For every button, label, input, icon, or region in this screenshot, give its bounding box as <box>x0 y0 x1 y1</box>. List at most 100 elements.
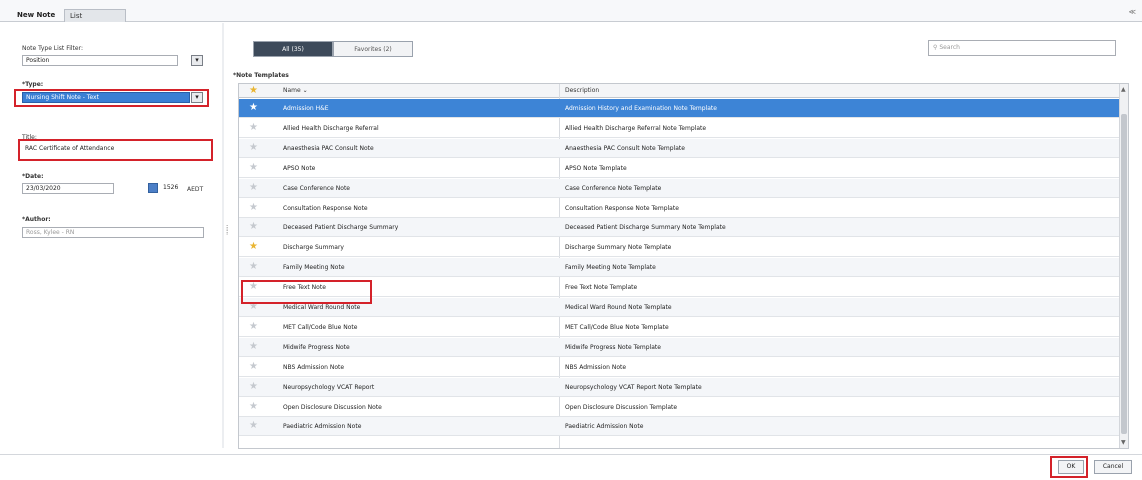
favorite-star-icon[interactable]: ★ <box>249 420 258 432</box>
tab-list[interactable]: List <box>64 9 126 22</box>
title-input[interactable]: RAC Certificate of Attendance <box>22 144 204 155</box>
timezone-label: AEDT <box>187 186 204 193</box>
favorite-star-icon[interactable]: ★ <box>249 221 258 233</box>
collapse-icon[interactable]: ≪ <box>1129 8 1136 16</box>
favorite-star-icon[interactable]: ★ <box>249 401 258 413</box>
template-description: MET Call/Code Blue Note Template <box>565 323 669 331</box>
calendar-icon[interactable] <box>148 183 158 193</box>
template-name: Medical Ward Round Note <box>283 304 361 311</box>
table-row[interactable]: ★ Medical Ward Round Note Medical Ward Rou… <box>239 298 1120 317</box>
scroll-up-arrow-icon[interactable]: ▲ <box>1121 86 1126 93</box>
pane-splitter[interactable] <box>222 23 224 448</box>
template-description: Neuropsychology VCAT Report Note Templat… <box>565 383 702 391</box>
template-name: Allied Health Discharge Referral <box>283 124 379 132</box>
tab-strip: New Note ✕ List ≪ <box>0 0 1142 22</box>
date-input[interactable]: 23/03/2020 <box>22 183 114 194</box>
time-input[interactable]: 1526 <box>160 183 182 194</box>
favorite-star-icon[interactable]: ★ <box>249 321 258 333</box>
table-row[interactable]: ★ Anaesthesia PAC Consult Note Anaesthesia… <box>239 138 1120 158</box>
author-input[interactable]: Ross, Kylee - RN <box>22 227 204 238</box>
filter-label: Note Type List Filter: <box>22 45 83 52</box>
template-name: Free Text Note <box>283 284 326 292</box>
splitter-grip-icon[interactable]: ⁝ ⁝ <box>226 225 228 237</box>
template-description: Anaesthesia PAC Consult Note Template <box>565 144 685 152</box>
table-header: ★ Name ⌄ Description <box>239 84 1120 98</box>
table-row[interactable]: ★ Paediatric Admission Note Paediatric Adm… <box>239 417 1120 437</box>
favorite-star-icon[interactable]: ★ <box>249 281 258 293</box>
tab-new-note-label: New Note <box>17 11 56 19</box>
favorite-star-icon[interactable]: ★ <box>249 301 258 313</box>
favorites-button[interactable]: Favorites (2) <box>333 41 413 57</box>
favorite-star-icon[interactable]: ★ <box>249 122 258 134</box>
scroll-down-arrow-icon[interactable]: ▼ <box>1121 439 1126 446</box>
template-description: Family Meeting Note Template <box>565 264 656 272</box>
table-row[interactable]: ★ Allied Health Discharge Referral Allied … <box>239 119 1120 138</box>
search-placeholder: Search <box>939 44 960 51</box>
cancel-button[interactable]: Cancel <box>1094 460 1132 474</box>
favorite-star-icon[interactable]: ★ <box>249 162 258 174</box>
table-row[interactable]: ★ Family Meeting Note Family Meeting Note … <box>239 258 1120 278</box>
note-details-pane: Note Type List Filter: Position ▾ *Type:… <box>0 23 218 448</box>
scrollbar-thumb[interactable] <box>1121 114 1127 434</box>
favorite-star-icon[interactable]: ★ <box>249 102 258 114</box>
footer-divider <box>0 454 1142 455</box>
favorite-star-icon[interactable]: ★ <box>249 381 258 393</box>
table-row[interactable]: ★ Neuropsychology VCAT Report Neuropsychol… <box>239 377 1120 397</box>
table-row[interactable]: ★ NBS Admission Note NBS Admission Note <box>239 358 1120 377</box>
favorite-star-icon[interactable]: ★ <box>249 361 258 373</box>
template-name: Deceased Patient Discharge Summary <box>283 224 399 232</box>
search-input[interactable]: ⚲ Search <box>928 40 1116 56</box>
template-name: Family Meeting Note <box>283 264 345 272</box>
template-description: Case Conference Note Template <box>565 184 662 192</box>
author-label: *Author: <box>22 216 51 223</box>
table-row[interactable]: ★ Discharge Summary Discharge Summary Note… <box>239 238 1120 258</box>
table-row[interactable]: ★ Admission H&E Admission History and Exam… <box>239 99 1120 118</box>
template-description: Admission History and Examination Note T… <box>565 105 717 112</box>
template-name: Neuropsychology VCAT Report <box>283 383 375 391</box>
table-row[interactable]: ★ Consultation Response Note Consultation … <box>239 199 1120 218</box>
template-description: Medical Ward Round Note Template <box>565 304 672 311</box>
template-description: NBS Admission Note <box>565 363 627 371</box>
filter-select[interactable]: Position <box>22 55 178 66</box>
chevron-down-icon[interactable]: ▾ <box>191 92 203 103</box>
chevron-down-icon[interactable]: ▾ <box>191 55 203 66</box>
favorite-star-icon[interactable]: ★ <box>249 261 258 273</box>
favorite-star-icon[interactable]: ★ <box>249 142 258 154</box>
favorite-column-star-icon[interactable]: ★ <box>249 84 258 98</box>
table-row[interactable]: ★ Deceased Patient Discharge Summary Decea… <box>239 218 1120 238</box>
template-description: Free Text Note Template <box>565 284 638 292</box>
template-name: NBS Admission Note <box>283 363 345 371</box>
title-label: Title: <box>22 134 37 141</box>
search-icon: ⚲ <box>933 44 938 51</box>
table-row[interactable]: ★ MET Call/Code Blue Note MET Call/Code Bl… <box>239 318 1120 337</box>
favorite-star-icon[interactable]: ★ <box>249 241 258 253</box>
template-name: Midwife Progress Note <box>283 343 350 351</box>
template-description: Discharge Summary Note Template <box>565 244 672 252</box>
table-row[interactable]: ★ Open Disclosure Discussion Note Open Dis… <box>239 398 1120 417</box>
table-row[interactable]: ★ Free Text Note Free Text Note Template <box>239 278 1120 298</box>
table-row[interactable]: ★ Case Conference Note Case Conference Not… <box>239 178 1120 198</box>
note-templates-label: *Note Templates <box>233 72 289 79</box>
favorite-star-icon[interactable]: ★ <box>249 202 258 214</box>
template-name: Consultation Response Note <box>283 204 368 212</box>
template-description: Open Disclosure Discussion Template <box>565 403 678 411</box>
template-name: Case Conference Note <box>283 184 350 192</box>
template-name: MET Call/Code Blue Note <box>283 323 358 331</box>
template-name: Open Disclosure Discussion Note <box>283 403 382 411</box>
table-row[interactable]: ★ Midwife Progress Note Midwife Progress N… <box>239 337 1120 357</box>
vertical-scrollbar[interactable]: ▲ ▼ <box>1119 84 1128 448</box>
all-button[interactable]: All (35) <box>253 41 333 57</box>
note-templates-table: ★ Name ⌄ Description ★ Admission H&E Admis… <box>238 83 1129 449</box>
template-description: Deceased Patient Discharge Summary Note … <box>565 224 726 232</box>
template-description: Paediatric Admission Note <box>565 423 644 431</box>
template-description: Allied Health Discharge Referral Note Te… <box>565 124 707 132</box>
table-row[interactable]: ★ APSO Note APSO Note Template <box>239 159 1120 178</box>
type-select[interactable]: Nursing Shift Note - Text <box>22 92 190 103</box>
favorite-star-icon[interactable]: ★ <box>249 182 258 194</box>
ok-button[interactable]: OK <box>1058 460 1084 474</box>
template-filter-toggle: All (35) Favorites (2) <box>253 41 413 57</box>
name-column-header[interactable]: Name ⌄ <box>283 84 308 98</box>
description-column-header[interactable]: Description <box>565 84 599 98</box>
favorite-star-icon[interactable]: ★ <box>249 341 258 353</box>
date-label: *Date: <box>22 173 44 180</box>
